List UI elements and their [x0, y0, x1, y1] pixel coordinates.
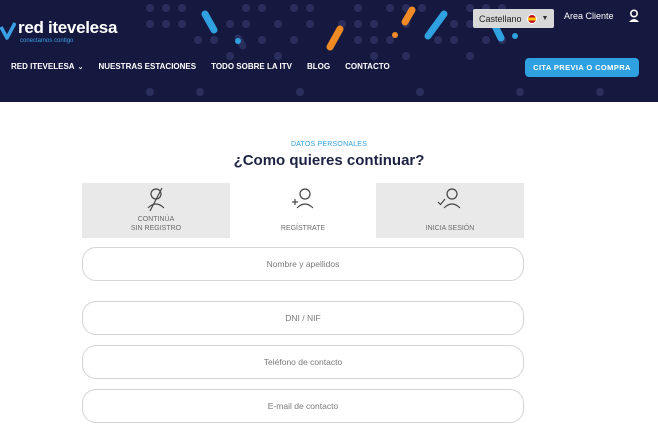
section-label: DATOS PERSONALES: [290, 141, 368, 148]
language-selector[interactable]: Castellano ▼: [473, 9, 554, 28]
brand-name: red itevelesa: [18, 18, 118, 37]
client-area-link[interactable]: Area Cliente: [564, 11, 614, 21]
chevron-down-icon: ▼: [541, 15, 549, 22]
email-input[interactable]: E-mail de contacto: [82, 389, 524, 423]
brand-logo[interactable]: red itevelesa conectamos contigo: [0, 18, 130, 48]
cita-previa-button[interactable]: CITA PREVIA O COMPRA: [525, 58, 639, 77]
user-icon[interactable]: [628, 9, 640, 23]
option-register[interactable]: REGÍSTRATE: [229, 183, 377, 238]
page-title: ¿Como quieres continuar?: [233, 152, 425, 169]
dni-input[interactable]: DNI / NIF: [82, 301, 524, 335]
nav-item-blog[interactable]: BLOG: [307, 62, 330, 71]
nav-item-contacto[interactable]: CONTACTO: [345, 62, 390, 71]
phone-input[interactable]: Teléfono de contacto: [82, 345, 524, 379]
nav-item-itv[interactable]: TODO SOBRE LA ITV: [211, 62, 292, 71]
chevron-down-icon: ⌄: [77, 63, 84, 71]
nav-item-estaciones[interactable]: NUESTRAS ESTACIONES: [98, 62, 196, 71]
main-nav: RED ITEVELESA ⌄ NUESTRAS ESTACIONES TODO …: [11, 62, 405, 71]
site-header: red itevelesa conectamos contigo Castell…: [0, 0, 658, 102]
logo-check-icon: [0, 22, 16, 40]
brand-slogan: conectamos contigo: [20, 38, 74, 44]
header-decoration: [146, 4, 604, 96]
language-label: Castellano: [479, 13, 522, 24]
option-continue-without-registration[interactable]: CONTINÚA SIN REGISTRO: [82, 183, 230, 238]
option-login[interactable]: INICIA SESIÓN: [376, 183, 524, 238]
nav-item-red-itevelesa[interactable]: RED ITEVELESA ⌄: [11, 62, 83, 71]
no-user-icon: [147, 187, 165, 212]
add-user-icon: [292, 188, 314, 209]
spain-flag-icon: [526, 13, 537, 24]
fullname-input[interactable]: Nombre y apellidos: [82, 247, 524, 281]
check-user-icon: [437, 188, 461, 209]
